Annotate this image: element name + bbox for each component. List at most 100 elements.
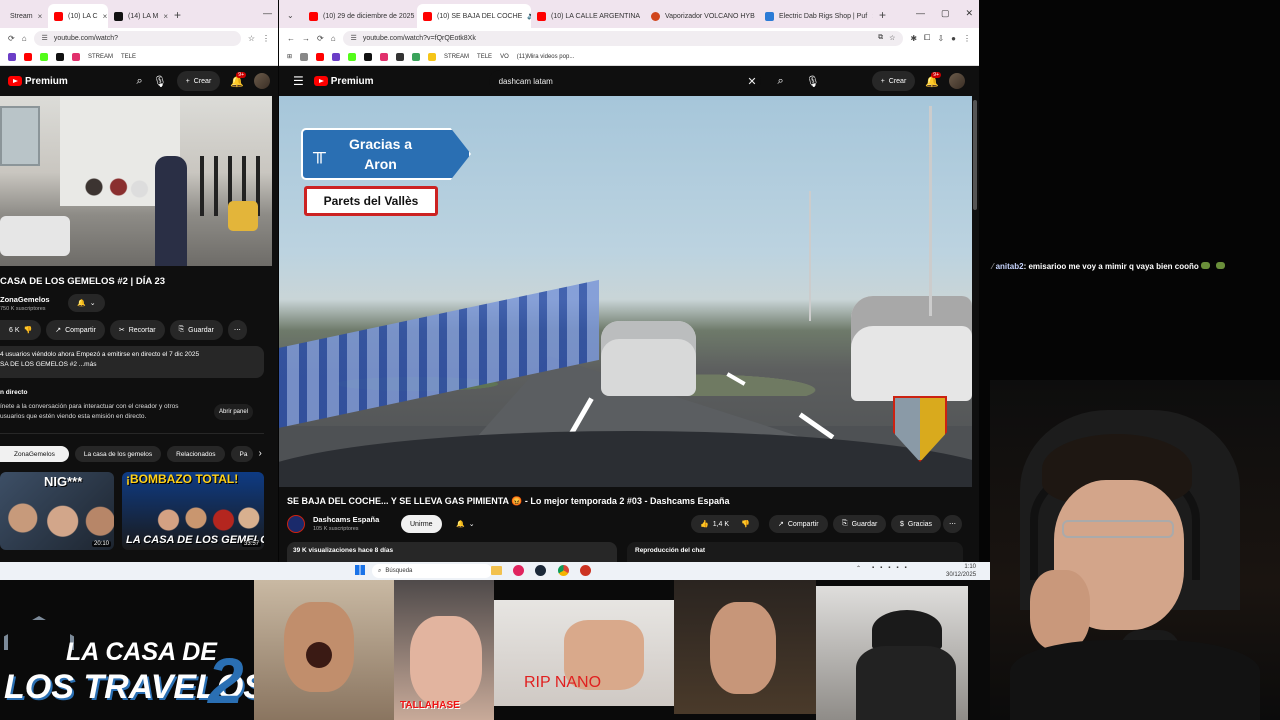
create-button[interactable]: + Crear [871, 71, 916, 91]
twitch-icon[interactable] [8, 52, 16, 61]
app-icon[interactable] [580, 565, 591, 576]
x-icon[interactable] [396, 52, 405, 61]
twitch-icon[interactable] [332, 52, 341, 61]
chip-zonagemelos[interactable]: ZonaGemelos [0, 446, 69, 462]
close-icon[interactable]: × [103, 12, 108, 21]
subscribed-bell-button[interactable]: 🔔 ⌄ [68, 294, 105, 312]
bookmark-tele[interactable]: TELE [121, 54, 136, 60]
forward-icon[interactable]: → [302, 34, 310, 43]
reload-icon[interactable]: ⟳ [317, 34, 324, 43]
left-omnibox[interactable]: ☰ youtube.com/watch? [33, 30, 241, 46]
green-icon[interactable] [412, 52, 421, 61]
bookmark-star-icon[interactable]: ☆ [248, 34, 255, 43]
tab-search-icon[interactable]: ⌄ [287, 11, 294, 20]
windows-start-icon[interactable] [355, 565, 365, 575]
chrome-icon[interactable] [558, 565, 569, 576]
open-panel-button[interactable]: Abrir panel [214, 404, 254, 420]
taskbar-search[interactable]: ⌕ Búsqueda [372, 564, 492, 578]
more-menu-icon[interactable]: ⋮ [963, 34, 971, 43]
bookmark-star-icon[interactable]: ☆ [889, 34, 895, 42]
site-info-icon[interactable]: ☰ [351, 34, 357, 42]
hamburger-menu-icon[interactable]: ☰ [293, 74, 304, 88]
gold-icon[interactable] [428, 52, 437, 61]
tray-icons[interactable]: ▪▪▪▪▪ [872, 565, 913, 571]
like-button[interactable]: 👍 1,4 K 👎 [691, 515, 759, 533]
subscribed-bell-button[interactable]: 🔔 ⌄ [447, 515, 484, 533]
bell-icon[interactable]: 🔔 9+ [230, 71, 246, 88]
right-tab-2[interactable]: (10) LA CALLE ARGENTINA× [531, 4, 645, 28]
clock[interactable]: 1:10 30/12/2025 [946, 563, 976, 579]
more-menu-icon[interactable]: ⋮ [262, 34, 270, 43]
steam-icon[interactable] [535, 565, 546, 576]
share-button[interactable]: ↗ Compartir [46, 320, 105, 340]
left-thumbnail-1[interactable]: NIG*** 20:10 [0, 472, 114, 550]
maximize-icon[interactable]: ▢ [941, 8, 950, 19]
cast-icon[interactable]: ⧉ [878, 34, 883, 42]
chip-relacionados[interactable]: Relacionados [167, 446, 225, 462]
right-tab-4[interactable]: Electric Dab Rigs Shop | Puf× [759, 4, 873, 28]
tiktok-icon[interactable] [364, 52, 373, 61]
bookmark-stream[interactable]: STREAM [88, 54, 113, 60]
more-actions-button[interactable]: ⋯ [943, 515, 962, 533]
file-explorer-icon[interactable] [491, 566, 502, 575]
close-icon[interactable]: × [38, 12, 43, 21]
download-icon[interactable]: ⇩ [937, 34, 944, 43]
left-video-player[interactable] [0, 96, 272, 266]
left-tab-0[interactable]: Stream × [4, 4, 48, 28]
reload-icon[interactable]: ⟳ [8, 34, 15, 43]
star-icon[interactable] [300, 52, 309, 61]
mic-icon[interactable]: 🎙 [801, 75, 825, 88]
like-button[interactable]: 6 K 👎 [0, 320, 42, 340]
left-tab-2[interactable]: (14) LA M × [108, 4, 168, 28]
youtube-icon[interactable] [316, 52, 325, 61]
tray-chevron-icon[interactable]: ⌃ [856, 565, 861, 572]
dislike-icon[interactable]: 👎 [741, 520, 750, 528]
kick-icon[interactable] [40, 52, 48, 61]
instagram-icon[interactable] [380, 52, 389, 61]
chip-la-casa[interactable]: La casa de los gemelos [74, 446, 162, 462]
mic-icon[interactable]: 🎙 [153, 75, 167, 88]
youtube-logo[interactable]: Premium [8, 76, 68, 87]
clip-button[interactable]: ✂ Recortar [109, 320, 165, 340]
dislike-icon[interactable]: 👎 [24, 326, 33, 334]
avatar[interactable] [254, 73, 270, 89]
main-video-player[interactable]: ╥ Gracias a Aron Parets del Vallès [279, 96, 972, 487]
search-input[interactable]: dashcam latam ✕ [488, 70, 761, 92]
share-button[interactable]: ↗ Compartir [769, 515, 828, 533]
right-omnibox[interactable]: ☰ youtube.com/watch?v=fQrQEotk8Xk ⧉ ☆ [342, 30, 904, 46]
channel-avatar[interactable] [287, 515, 305, 533]
right-tab-1[interactable]: (10) SE BAJA DEL COCHE🔊× [417, 4, 531, 28]
channel-name[interactable]: ZonaGemelos [0, 295, 50, 304]
apps-icon[interactable]: ⊞ [287, 53, 292, 60]
thanks-button[interactable]: $ Gracias [891, 515, 942, 533]
save-button[interactable]: ⎘ Guardar [833, 515, 887, 533]
search-icon[interactable]: ⌕ [771, 75, 791, 88]
video-scrollbar[interactable] [973, 100, 977, 210]
channel-name[interactable]: Dashcams España [313, 515, 379, 524]
save-button[interactable]: ⎘ Guardar [169, 320, 223, 340]
left-tab-1[interactable]: (10) LA C × [48, 4, 108, 28]
home-icon[interactable]: ⌂ [22, 34, 27, 43]
back-icon[interactable]: ← [287, 34, 295, 43]
instagram-icon[interactable] [72, 52, 80, 61]
bookmark-vo[interactable]: VO [500, 54, 509, 60]
bookmark-tele[interactable]: TELE [477, 54, 492, 60]
youtube-icon[interactable] [24, 52, 32, 61]
avatar[interactable] [949, 73, 965, 89]
right-tab-3[interactable]: Vaporizador VOLCANO HYB× [645, 4, 759, 28]
bell-icon[interactable]: 🔔 9+ [925, 71, 941, 88]
main-description-box[interactable]: 39 K visualizaciones hace 8 días [287, 542, 617, 562]
create-button[interactable]: + Crear [176, 71, 221, 91]
app-icon[interactable] [513, 565, 524, 576]
bookmark-popular[interactable]: (11)Mira videos pop... [517, 54, 575, 60]
more-actions-button[interactable]: ⋯ [227, 320, 247, 340]
youtube-logo[interactable]: Premium [313, 76, 374, 87]
minimize-icon[interactable]: — [916, 8, 925, 19]
search-icon[interactable]: ⌕ [137, 75, 143, 88]
clear-search-icon[interactable]: ✕ [747, 75, 756, 88]
close-window-icon[interactable]: ✕ [965, 8, 973, 19]
new-tab-button[interactable]: + [873, 8, 892, 28]
left-description-box[interactable]: 4 usuarios viéndolo ahora Empezó a emiti… [0, 346, 264, 378]
new-tab-button[interactable]: + [168, 8, 187, 28]
right-tab-0[interactable]: (10) 29 de diciembre de 2025× [303, 4, 417, 28]
